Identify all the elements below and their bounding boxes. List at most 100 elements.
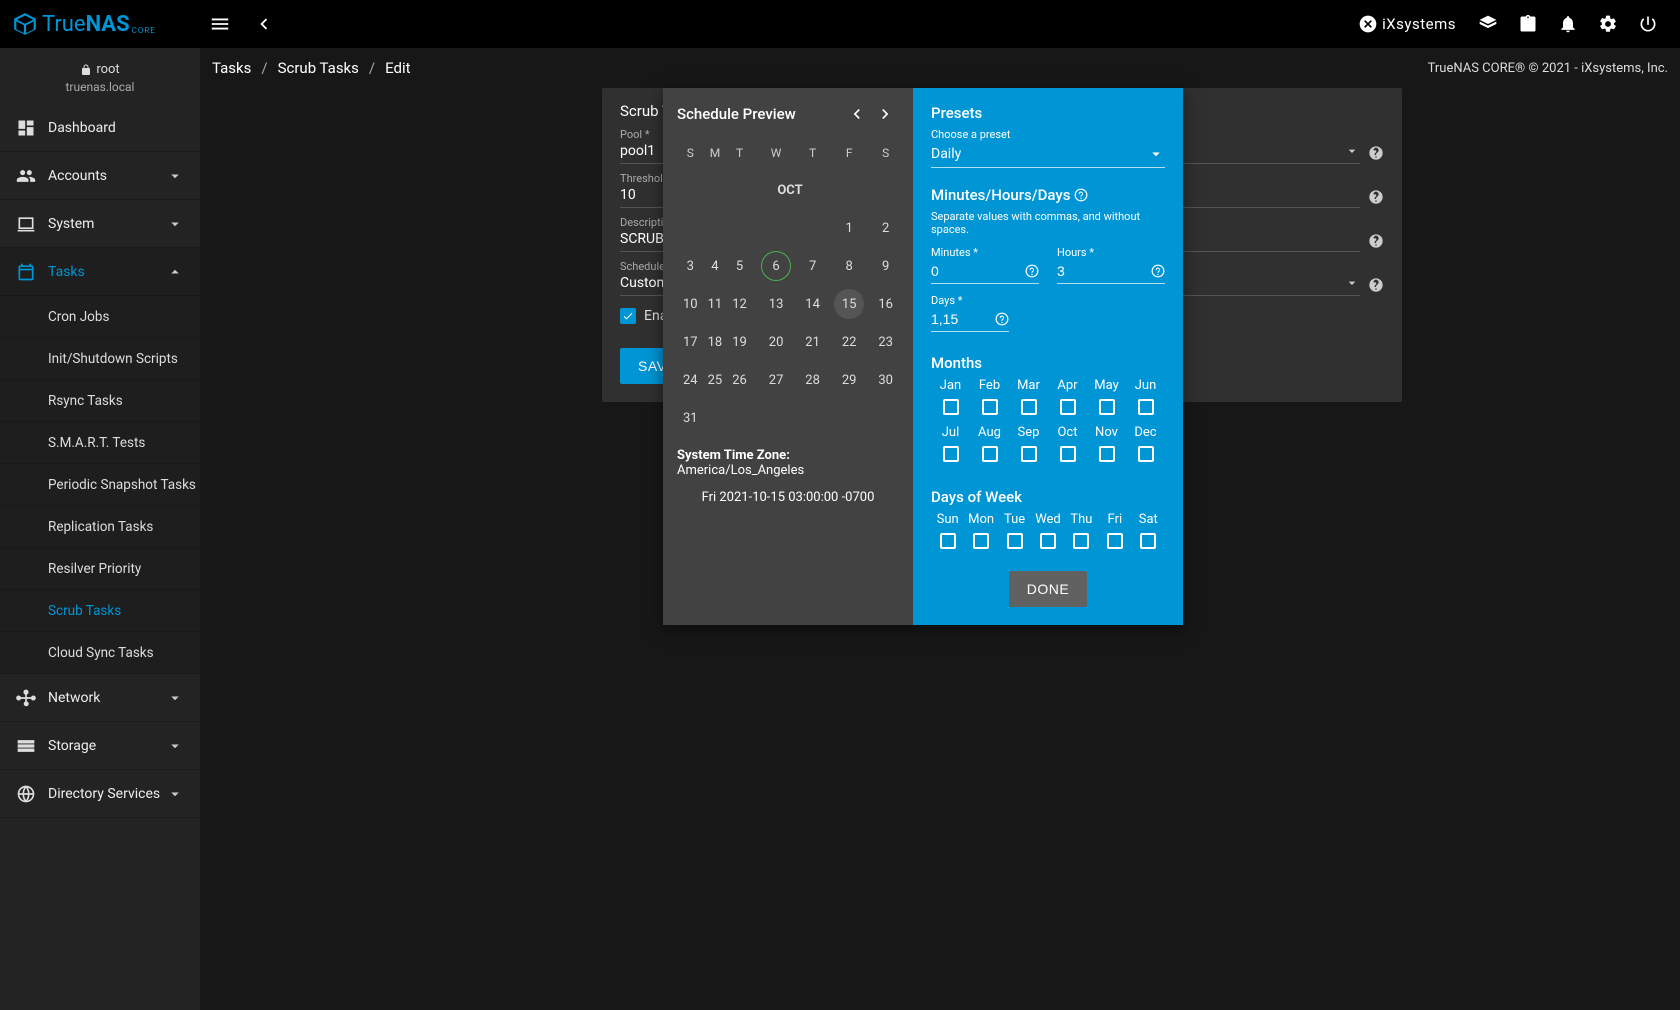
nav-sub-cron[interactable]: Cron Jobs <box>0 296 200 338</box>
ix-systems-link[interactable]: iXsystems <box>1358 14 1456 34</box>
nav-directory[interactable]: Directory Services <box>0 770 200 818</box>
main-content: Tasks / Scrub Tasks / Edit TrueNAS CORE®… <box>200 48 1680 1010</box>
nav-sub-smart[interactable]: S.M.A.R.T. Tests <box>0 422 200 464</box>
calendar-next-button[interactable] <box>871 104 899 124</box>
layers-icon <box>1478 14 1498 34</box>
truenas-logo-icon <box>12 11 38 37</box>
months-title: Months <box>931 354 1165 372</box>
calendar-selected[interactable]: 15 <box>826 286 872 322</box>
days-help[interactable] <box>995 312 1009 326</box>
nav-tasks[interactable]: Tasks <box>0 248 200 296</box>
menu-icon <box>209 13 231 35</box>
dow-fri-checkbox[interactable] <box>1107 533 1123 549</box>
calendar-title: Schedule Preview <box>677 105 796 123</box>
current-user: root <box>96 62 119 77</box>
pool-help[interactable] <box>1368 145 1384 161</box>
dow-tue-checkbox[interactable] <box>1007 533 1023 549</box>
presets-panel: Presets Choose a preset Daily Minutes/Ho… <box>913 88 1183 625</box>
power-icon <box>1638 14 1658 34</box>
nav-accounts[interactable]: Accounts <box>0 152 200 200</box>
clipboard-icon <box>1518 14 1538 34</box>
copyright: TrueNAS CORE® © 2021 - iXsystems, Inc. <box>1428 61 1668 76</box>
month-may-checkbox[interactable] <box>1099 399 1115 415</box>
dow-wed-checkbox[interactable] <box>1040 533 1056 549</box>
menu-toggle-button[interactable] <box>200 4 240 44</box>
dashboard-icon <box>16 118 36 138</box>
done-button[interactable]: DONE <box>1009 571 1087 607</box>
power-button[interactable] <box>1628 4 1668 44</box>
enabled-checkbox[interactable] <box>620 308 636 324</box>
nav-system[interactable]: System <box>0 200 200 248</box>
month-jan-checkbox[interactable] <box>943 399 959 415</box>
month-dec-checkbox[interactable] <box>1138 446 1154 462</box>
settings-button[interactable] <box>1588 4 1628 44</box>
ix-logo-icon <box>1358 14 1378 34</box>
dow-title: Days of Week <box>931 488 1165 506</box>
chevron-down-icon <box>1344 143 1360 159</box>
directory-icon <box>16 784 36 804</box>
nav-sub-replication[interactable]: Replication Tasks <box>0 506 200 548</box>
back-button[interactable] <box>244 4 284 44</box>
month-mar-checkbox[interactable] <box>1021 399 1037 415</box>
nav-sub-rsync[interactable]: Rsync Tasks <box>0 380 200 422</box>
mhd-hint: Separate values with commas, and without… <box>931 210 1165 236</box>
chevron-left-icon <box>847 104 867 124</box>
alerts-button[interactable] <box>1548 4 1588 44</box>
accounts-icon <box>16 166 36 186</box>
month-oct-checkbox[interactable] <box>1060 446 1076 462</box>
chevron-down-icon <box>166 215 184 233</box>
month-feb-checkbox[interactable] <box>982 399 998 415</box>
month-jun-checkbox[interactable] <box>1138 399 1154 415</box>
crumb-scrub-tasks[interactable]: Scrub Tasks <box>278 59 359 77</box>
month-aug-checkbox[interactable] <box>982 446 998 462</box>
month-jul-checkbox[interactable] <box>943 446 959 462</box>
threshold-help[interactable] <box>1368 189 1384 205</box>
chevron-down-icon <box>166 785 184 803</box>
storage-icon <box>16 736 36 756</box>
dow-thu-checkbox[interactable] <box>1073 533 1089 549</box>
hours-label: Hours * <box>1057 246 1165 259</box>
month-sep-checkbox[interactable] <box>1021 446 1037 462</box>
nav-sub-snapshot[interactable]: Periodic Snapshot Tasks <box>0 464 200 506</box>
system-icon <box>16 214 36 234</box>
hours-input[interactable] <box>1057 261 1165 284</box>
calendar-grid: S M T W T F S OCT 12 3456789 10111213141… <box>677 134 899 438</box>
description-help[interactable] <box>1368 233 1384 249</box>
network-icon <box>16 688 36 708</box>
nav-sub-scrub[interactable]: Scrub Tasks <box>0 590 200 632</box>
tasks-button[interactable] <box>1508 4 1548 44</box>
calendar-month: OCT <box>679 172 897 208</box>
dow-mon-checkbox[interactable] <box>973 533 989 549</box>
month-nov-checkbox[interactable] <box>1099 446 1115 462</box>
dow-sun-checkbox[interactable] <box>940 533 956 549</box>
check-icon <box>622 310 634 322</box>
calendar-today[interactable]: 6 <box>753 248 799 284</box>
next-run-row: Fri 2021-10-15 03:00:00 -0700 <box>677 490 899 505</box>
ix-systems-label: iXsystems <box>1382 15 1456 33</box>
dow-sat-checkbox[interactable] <box>1140 533 1156 549</box>
nav-dashboard[interactable]: Dashboard <box>0 104 200 152</box>
month-apr-checkbox[interactable] <box>1060 399 1076 415</box>
crumb-tasks[interactable]: Tasks <box>212 59 251 77</box>
hours-help[interactable] <box>1151 264 1165 278</box>
nav-sub-cloud[interactable]: Cloud Sync Tasks <box>0 632 200 674</box>
mhd-title: Minutes/Hours/Days <box>931 186 1165 204</box>
truecommand-button[interactable] <box>1468 4 1508 44</box>
minutes-input[interactable] <box>931 261 1039 284</box>
calendar-prev-button[interactable] <box>843 104 871 124</box>
brand-logo[interactable]: TrueNAS CORE <box>12 11 200 37</box>
schedule-help[interactable] <box>1368 277 1384 293</box>
brand-name: TrueNAS <box>42 12 130 37</box>
brand-edition: CORE <box>132 26 156 35</box>
help-icon <box>1151 264 1165 278</box>
breadcrumb: Tasks / Scrub Tasks / Edit TrueNAS CORE®… <box>200 48 1680 88</box>
nav-storage[interactable]: Storage <box>0 722 200 770</box>
nav-sub-resilver[interactable]: Resilver Priority <box>0 548 200 590</box>
mhd-help[interactable] <box>1074 188 1088 202</box>
nav-network[interactable]: Network <box>0 674 200 722</box>
preset-select[interactable]: Daily <box>931 143 1165 168</box>
nav-sub-init[interactable]: Init/Shutdown Scripts <box>0 338 200 380</box>
calendar-icon <box>16 262 36 282</box>
user-block: root truenas.local <box>0 48 200 104</box>
minutes-help[interactable] <box>1025 264 1039 278</box>
